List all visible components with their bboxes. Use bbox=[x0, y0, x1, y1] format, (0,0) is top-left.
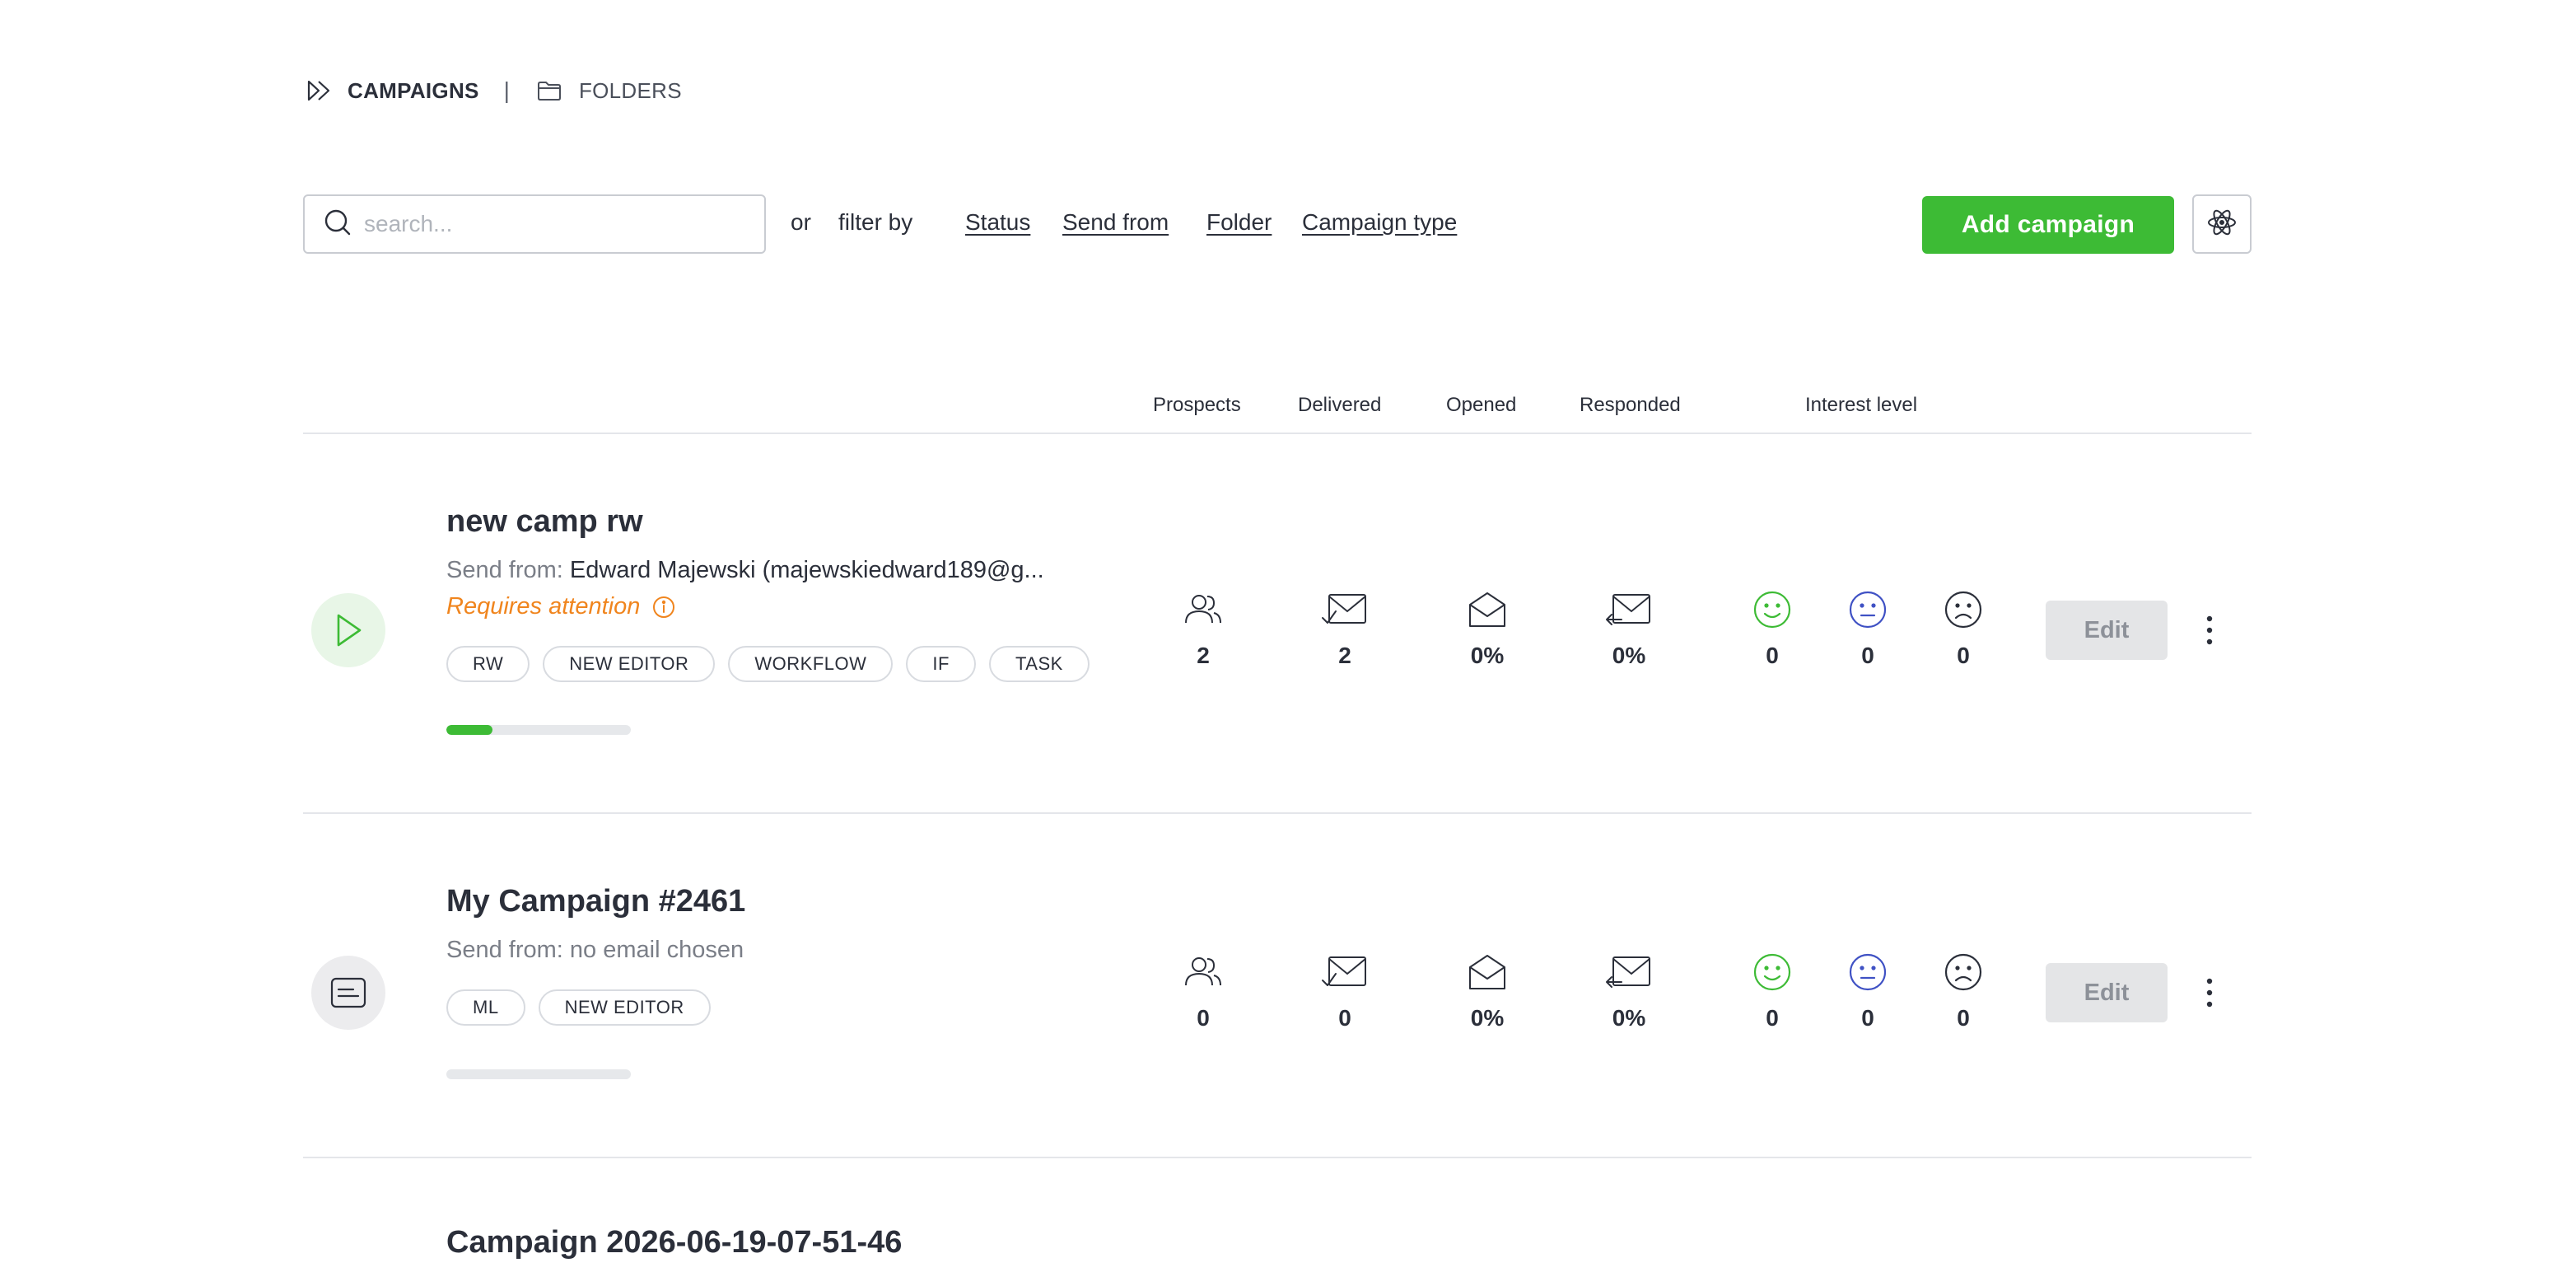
requires-attention[interactable]: Requires attention bbox=[446, 593, 676, 620]
campaign-row[interactable]: My Campaign #2461 Send from: no email ch… bbox=[303, 813, 2252, 1157]
delivered-mail-icon bbox=[1321, 587, 1369, 633]
add-campaign-button[interactable]: Add campaign bbox=[1922, 196, 2174, 254]
responded-stat: 0% bbox=[1580, 949, 1678, 1031]
interest-negative-value: 0 bbox=[1957, 643, 1970, 668]
delivered-value: 2 bbox=[1338, 643, 1351, 668]
filter-folder-link[interactable]: Folder bbox=[1206, 209, 1272, 236]
interest-positive-stat: 0 bbox=[1723, 587, 1822, 669]
interest-neutral-value: 0 bbox=[1861, 643, 1874, 668]
info-icon[interactable] bbox=[651, 595, 676, 620]
column-opened: Opened bbox=[1446, 394, 1517, 416]
interest-positive-stat: 0 bbox=[1723, 949, 1822, 1031]
tag: WORKFLOW bbox=[728, 646, 894, 682]
breadcrumb-folders[interactable]: FOLDERS bbox=[579, 78, 682, 104]
neutral-face-icon bbox=[1848, 587, 1888, 633]
campaign-title[interactable]: new camp rw bbox=[446, 504, 643, 540]
send-from: Send from: Edward Majewski (majewskiedwa… bbox=[446, 557, 1044, 584]
column-prospects: Prospects bbox=[1153, 394, 1241, 416]
send-from: Send from: no email chosen bbox=[446, 937, 744, 964]
responded-value: 0% bbox=[1612, 1005, 1646, 1031]
campaign-tags: ML NEW EDITOR bbox=[446, 989, 711, 1026]
breadcrumb-separator: | bbox=[503, 77, 510, 103]
filter-status-link[interactable]: Status bbox=[965, 209, 1030, 236]
interest-positive-value: 0 bbox=[1766, 1005, 1779, 1031]
campaigns-icon bbox=[305, 76, 334, 105]
attention-label: Requires attention bbox=[446, 593, 641, 620]
prospects-stat: 0 bbox=[1154, 949, 1253, 1031]
people-icon bbox=[1181, 587, 1225, 633]
responded-value: 0% bbox=[1612, 643, 1646, 668]
interest-negative-value: 0 bbox=[1957, 1005, 1970, 1031]
settings-button[interactable] bbox=[2192, 194, 2252, 254]
search-icon bbox=[323, 208, 352, 241]
tag: TASK bbox=[988, 646, 1090, 682]
filter-send-from-link[interactable]: Send from bbox=[1062, 209, 1169, 236]
tag: NEW EDITOR bbox=[543, 646, 716, 682]
more-options-icon[interactable] bbox=[2197, 968, 2222, 1017]
interest-neutral-value: 0 bbox=[1861, 1005, 1874, 1031]
folder-icon bbox=[534, 76, 564, 105]
column-interest-level: Interest level bbox=[1805, 394, 1918, 416]
smile-icon bbox=[1752, 587, 1792, 633]
interest-negative-stat: 0 bbox=[1914, 949, 2013, 1031]
campaign-row[interactable]: Campaign 2026-06-19-07-51-46 bbox=[303, 1157, 2252, 1272]
atom-settings-icon bbox=[2205, 206, 2238, 243]
prospects-value: 0 bbox=[1197, 1005, 1210, 1031]
delivered-stat: 0 bbox=[1295, 949, 1394, 1031]
search-box[interactable] bbox=[303, 194, 766, 254]
reply-mail-icon bbox=[1605, 587, 1653, 633]
neutral-face-icon bbox=[1848, 949, 1888, 995]
breadcrumb-campaigns[interactable]: CAMPAIGNS bbox=[348, 78, 479, 104]
column-responded: Responded bbox=[1580, 394, 1681, 416]
prospects-stat: 2 bbox=[1154, 587, 1253, 669]
interest-neutral-stat: 0 bbox=[1818, 949, 1917, 1031]
open-envelope-icon bbox=[1467, 949, 1508, 995]
draft-status-button[interactable] bbox=[311, 956, 385, 1030]
opened-stat: 0% bbox=[1438, 587, 1537, 669]
campaign-row[interactable]: new camp rw Send from: Edward Majewski (… bbox=[303, 433, 2252, 812]
progress-fill bbox=[446, 725, 492, 735]
or-label: or bbox=[791, 209, 811, 235]
reply-mail-icon bbox=[1605, 949, 1653, 995]
tag: IF bbox=[906, 646, 976, 682]
interest-negative-stat: 0 bbox=[1914, 587, 2013, 669]
filter-by-label: filter by bbox=[838, 209, 913, 235]
more-options-icon[interactable] bbox=[2197, 606, 2222, 655]
tag: NEW EDITOR bbox=[538, 989, 711, 1026]
campaigns-page: CAMPAIGNS | FOLDERS or filter by Status … bbox=[0, 0, 2576, 1272]
delivered-stat: 2 bbox=[1295, 587, 1394, 669]
send-from-value: Edward Majewski (majewskiedward189@g... bbox=[569, 557, 1044, 583]
campaign-title[interactable]: Campaign 2026-06-19-07-51-46 bbox=[446, 1225, 902, 1260]
tag: RW bbox=[446, 646, 530, 682]
send-from-label: Send from: bbox=[446, 557, 563, 583]
interest-neutral-stat: 0 bbox=[1818, 587, 1917, 669]
filter-campaign-type-link[interactable]: Campaign type bbox=[1302, 209, 1457, 236]
edit-button[interactable]: Edit bbox=[2046, 963, 2168, 1022]
people-icon bbox=[1181, 949, 1225, 995]
frown-icon bbox=[1944, 949, 1983, 995]
campaign-progress-bar bbox=[446, 725, 631, 735]
campaign-title[interactable]: My Campaign #2461 bbox=[446, 884, 745, 919]
edit-button[interactable]: Edit bbox=[2046, 601, 2168, 660]
breadcrumb: CAMPAIGNS | FOLDERS bbox=[305, 74, 682, 107]
delivered-mail-icon bbox=[1321, 949, 1369, 995]
delivered-value: 0 bbox=[1338, 1005, 1351, 1031]
send-from-label: Send from: bbox=[446, 937, 563, 963]
tag: ML bbox=[446, 989, 525, 1026]
open-envelope-icon bbox=[1467, 587, 1508, 633]
campaign-tags: RW NEW EDITOR WORKFLOW IF TASK bbox=[446, 646, 1090, 682]
send-from-value: no email chosen bbox=[569, 937, 744, 963]
smile-icon bbox=[1752, 949, 1792, 995]
responded-stat: 0% bbox=[1580, 587, 1678, 669]
search-input[interactable] bbox=[364, 211, 743, 237]
opened-value: 0% bbox=[1470, 643, 1505, 668]
opened-value: 0% bbox=[1470, 1005, 1505, 1031]
interest-positive-value: 0 bbox=[1766, 643, 1779, 668]
column-delivered: Delivered bbox=[1298, 394, 1382, 416]
campaign-progress-bar bbox=[446, 1069, 631, 1079]
prospects-value: 2 bbox=[1197, 643, 1210, 668]
opened-stat: 0% bbox=[1438, 949, 1537, 1031]
play-status-button[interactable] bbox=[311, 593, 385, 667]
frown-icon bbox=[1944, 587, 1983, 633]
